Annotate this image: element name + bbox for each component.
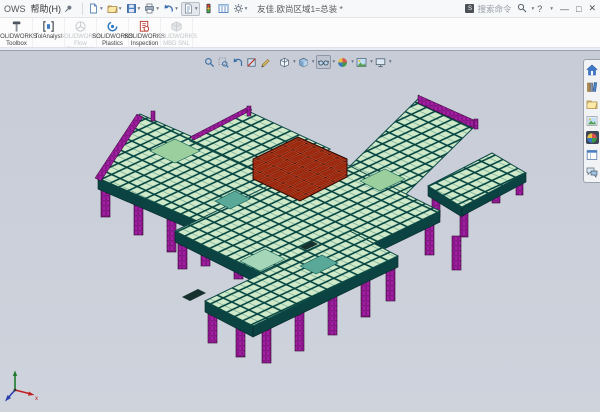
titlebar-right: S 搜索命令 ▾ ? ▾ — □ ✕ (462, 2, 596, 16)
search-placeholder: 搜索命令 (477, 3, 511, 15)
dropdown-arrow-icon: ▾ (175, 6, 178, 12)
save-button[interactable]: ▾ (125, 2, 142, 16)
formwork-assembly-model[interactable] (0, 51, 600, 412)
print-button[interactable]: ▾ (143, 2, 160, 16)
dropdown-arrow-icon: ▾ (245, 6, 248, 12)
help-button[interactable]: ? (537, 4, 542, 14)
dropdown-arrow-icon[interactable]: ▾ (333, 59, 336, 65)
window-controls: ? ▾ — □ ✕ (537, 3, 596, 14)
search-dropdown-icon[interactable]: ▾ (531, 6, 534, 12)
addin-label: TolAnalyst (35, 34, 62, 41)
dropdown-arrow-icon[interactable]: ▾ (293, 59, 296, 65)
toolbar-separator (82, 3, 83, 15)
open-button[interactable]: ▾ (106, 2, 123, 16)
dropdown-arrow-icon: ▾ (119, 6, 122, 12)
menu-help[interactable]: 帮助(H) (31, 2, 62, 15)
dropdown-arrow-icon[interactable]: ▾ (312, 59, 315, 65)
display-style-button[interactable] (297, 55, 310, 69)
custom-properties-tab[interactable] (586, 148, 599, 161)
dropdown-arrow-icon[interactable]: ▾ (351, 59, 354, 65)
design-library-tab[interactable] (586, 80, 599, 93)
view-settings-button[interactable] (374, 55, 387, 69)
addin-label: SOLIDWORKS Toolbox (0, 34, 37, 47)
dropdown-arrow-icon: ▾ (156, 6, 159, 12)
view-palette-tab[interactable] (586, 114, 599, 127)
help-dropdown-icon[interactable]: ▾ (550, 6, 553, 12)
plastics-icon (106, 20, 119, 33)
solidworks-forum-tab[interactable] (586, 165, 599, 178)
settings-gear-button[interactable]: ▾ (232, 2, 249, 16)
hide-show-items-button[interactable] (316, 55, 331, 69)
view-orientation-button[interactable] (278, 55, 291, 69)
quick-access-toolbar: ▾ ▾ ▾ ▾ ▾ ▾ (87, 2, 248, 16)
dropdown-arrow-icon[interactable]: ▾ (370, 59, 373, 65)
toolbox-hammer-icon (10, 20, 23, 33)
graphics-viewport[interactable]: ▾ ▾ ▾ ▾ ▾ ▾ (0, 50, 600, 412)
dynamic-annotation-views-button[interactable] (259, 55, 272, 69)
home-tab[interactable] (586, 63, 599, 76)
apply-scene-button[interactable] (355, 55, 368, 69)
addin-mbd-snl[interactable]: SOLIDWORKS MBD SNL (161, 18, 193, 47)
solidworks-search-badge-icon: S (465, 4, 474, 13)
performance-lights-button[interactable] (202, 2, 215, 16)
close-button[interactable]: ✕ (588, 3, 596, 14)
dropdown-arrow-icon: ▾ (100, 6, 103, 12)
mbd-cube-icon (170, 20, 183, 33)
heads-up-view-toolbar: ▾ ▾ ▾ ▾ ▾ ▾ (203, 55, 392, 69)
addin-solidworks-toolbox[interactable]: SOLIDWORKS Toolbox (1, 18, 33, 47)
zoom-to-fit-button[interactable] (203, 55, 216, 69)
inspection-icon (138, 20, 151, 33)
file-explorer-tab[interactable] (586, 97, 599, 110)
command-manager-ribbon: SOLIDWORKS Toolbox TolAnalyst SOLIDWORKS… (0, 18, 600, 48)
title-bar: OWS 帮助(H) ▾ ▾ ▾ ▾ ▾ (0, 0, 600, 18)
appearances-scenes-tab[interactable] (586, 131, 599, 144)
restore-button[interactable]: □ (576, 4, 581, 14)
dropdown-arrow-icon: ▾ (195, 6, 198, 12)
zoom-to-area-button[interactable] (217, 55, 230, 69)
pushpin-icon[interactable] (64, 4, 73, 13)
coordinate-triad: x (2, 368, 42, 404)
dropdown-arrow-icon: ▾ (138, 6, 141, 12)
solidworks-window: OWS 帮助(H) ▾ ▾ ▾ ▾ ▾ (0, 0, 600, 412)
triad-x-label: x (35, 396, 38, 402)
tolanalyst-icon (42, 20, 55, 33)
previous-view-button[interactable] (231, 55, 244, 69)
flow-simulation-icon (74, 20, 87, 33)
dropdown-arrow-icon[interactable]: ▾ (389, 59, 392, 65)
search-magnifier-icon[interactable] (517, 3, 527, 15)
edit-appearance-button[interactable] (336, 55, 349, 69)
minimize-button[interactable]: — (560, 4, 569, 14)
rebuild-button[interactable]: ▾ (181, 2, 200, 16)
search-command-box[interactable]: S 搜索命令 (462, 2, 514, 16)
addin-label: SOLIDWORKS MBD SNL (156, 34, 197, 47)
options-columns-button[interactable] (217, 2, 230, 16)
menu-partial-label: OWS (4, 4, 26, 14)
undo-button[interactable]: ▾ (162, 2, 179, 16)
section-view-button[interactable] (245, 55, 258, 69)
task-pane-strip (583, 59, 600, 183)
new-document-button[interactable]: ▾ (87, 2, 104, 16)
